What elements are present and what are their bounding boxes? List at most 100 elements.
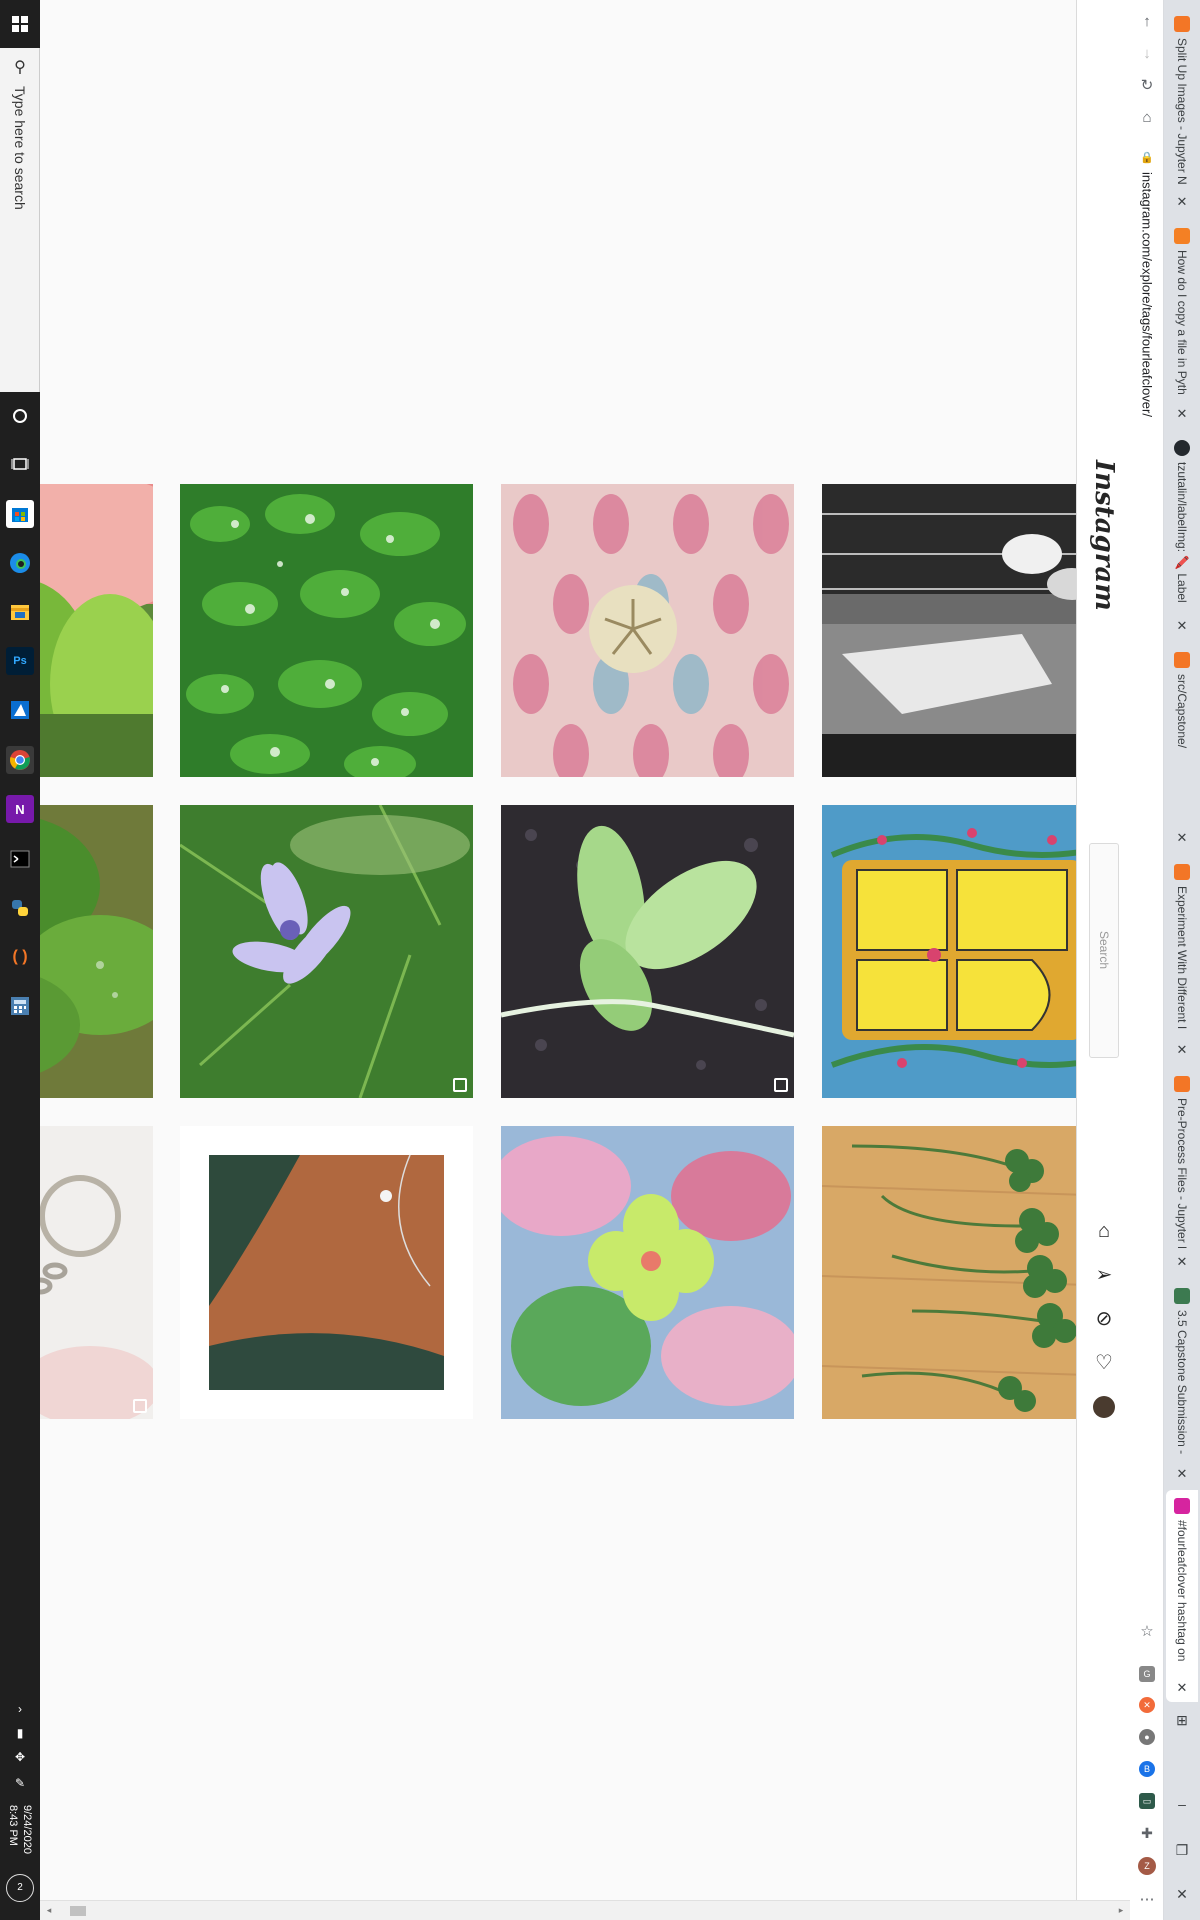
calculator-icon[interactable]: [6, 992, 34, 1020]
browser-tab[interactable]: tzutalin/labelImg: 🖍️ Label ✕: [1166, 432, 1198, 640]
reload-icon[interactable]: ↻: [1135, 74, 1159, 98]
task-view-icon[interactable]: [6, 450, 34, 478]
post-thumbnail[interactable]: [501, 1126, 794, 1419]
profile-avatar[interactable]: [1093, 1396, 1115, 1418]
azure-data-studio-icon[interactable]: [6, 696, 34, 724]
instagram-search-input[interactable]: Search: [1089, 843, 1119, 1058]
profile-z-icon[interactable]: Z: [1138, 1857, 1156, 1875]
menu-dots-icon[interactable]: ⋯: [1135, 1888, 1159, 1912]
tab-title: src/Capstone/: [1175, 674, 1189, 749]
address-bar-url: instagram.com/explore/tags/fourleafclove…: [1139, 172, 1155, 417]
window-close-icon[interactable]: ✕: [1172, 1884, 1192, 1904]
battery-icon[interactable]: ▮: [8, 1724, 32, 1742]
jupyter-icon[interactable]: ( ): [6, 943, 34, 971]
close-icon[interactable]: ✕: [1174, 1680, 1190, 1696]
scroll-right-arrow-icon[interactable]: ▸: [1114, 1903, 1128, 1917]
dark-circle-icon[interactable]: ●: [1139, 1729, 1155, 1745]
photoshop-icon[interactable]: Ps: [6, 647, 34, 675]
cortana-circle-icon[interactable]: [6, 402, 34, 430]
x-extension-icon[interactable]: ✕: [1139, 1697, 1155, 1713]
jupyter-favicon-icon: [1174, 864, 1190, 880]
close-icon[interactable]: ✕: [1174, 1254, 1190, 1270]
scroll-left-arrow-icon[interactable]: ◂: [42, 1903, 56, 1917]
new-tab-icon[interactable]: ⊞: [1172, 1710, 1192, 1730]
chrome-icon[interactable]: [6, 746, 34, 774]
close-icon[interactable]: ✕: [1174, 194, 1190, 210]
pen-icon[interactable]: ✎: [8, 1774, 32, 1792]
taskbar-clock[interactable]: 8:43 PM 9/24/2020: [2, 1805, 38, 1885]
post-thumbnail[interactable]: [822, 484, 1076, 777]
puzzle-icon[interactable]: ✚: [1139, 1825, 1155, 1841]
address-bar[interactable]: instagram.com/explore/tags/fourleafclove…: [1135, 172, 1159, 472]
home-button-icon[interactable]: ⌂: [1135, 106, 1159, 130]
tab-title: 3.5 Capstone Submission -: [1175, 1310, 1189, 1455]
notification-center-button[interactable]: 2: [6, 1874, 34, 1902]
star-icon[interactable]: ☆: [1135, 1620, 1159, 1644]
browser-tab[interactable]: 3.5 Capstone Submission - ✕: [1166, 1280, 1198, 1488]
post-image-clover-in-hand: [40, 484, 153, 777]
close-icon[interactable]: ✕: [1174, 1042, 1190, 1058]
post-thumbnail[interactable]: [501, 805, 794, 1098]
close-icon[interactable]: ✕: [1174, 1466, 1190, 1482]
close-icon[interactable]: ✕: [1174, 406, 1190, 422]
back-arrow-icon[interactable]: ↑: [1135, 10, 1159, 34]
submission-favicon-icon: [1174, 1288, 1190, 1304]
clock-date: 9/24/2020: [21, 1805, 33, 1854]
minimize-icon[interactable]: –: [1172, 1794, 1192, 1814]
post-thumbnail[interactable]: [822, 1126, 1076, 1419]
lock-icon[interactable]: 🔒: [1135, 146, 1159, 170]
post-thumbnail[interactable]: [822, 805, 1076, 1098]
post-thumbnail[interactable]: [180, 805, 473, 1098]
browser-tab[interactable]: Pre-Process Files - Jupyter N ✕: [1166, 1068, 1198, 1276]
jupyter-favicon-icon: [1174, 652, 1190, 668]
terminal-icon[interactable]: [6, 845, 34, 873]
jupyter-favicon-icon: [1174, 16, 1190, 32]
post-image-clover-closeup: [40, 805, 153, 1098]
browser-tab[interactable]: How do I copy a file in Pyth ✕: [1166, 220, 1198, 428]
post-thumbnail[interactable]: [40, 484, 153, 777]
scrollbar-thumb[interactable]: [70, 1906, 86, 1916]
explore-icon[interactable]: ⊘: [1091, 1306, 1117, 1332]
onenote-icon[interactable]: N: [6, 795, 34, 823]
instagram-logo[interactable]: Instagram: [1085, 460, 1123, 611]
browser-toolbar: ↑ ↓ ↻ ⌂ 🔒 instagram.com/explore/tags/fou…: [1130, 0, 1164, 1920]
file-explorer-icon[interactable]: [6, 598, 34, 626]
browser-tab[interactable]: Split Up Images - Jupyter N ✕: [1166, 8, 1198, 216]
post-thumbnail[interactable]: [180, 484, 473, 777]
home-icon[interactable]: ⌂: [1091, 1218, 1117, 1244]
close-icon[interactable]: ✕: [1174, 618, 1190, 634]
forward-arrow-icon[interactable]: ↓: [1135, 42, 1159, 66]
profile-letter: Z: [1144, 1861, 1150, 1871]
browser-chrome: ↑ ↓ ↻ ⌂ 🔒 instagram.com/explore/tags/fou…: [1130, 0, 1200, 1920]
tab-strip: Split Up Images - Jupyter N ✕ How do I c…: [1164, 0, 1200, 1920]
close-icon[interactable]: ✕: [1174, 830, 1190, 846]
heart-icon[interactable]: ♡: [1091, 1350, 1117, 1376]
tab-title: tzutalin/labelImg: 🖍️ Label: [1175, 462, 1189, 603]
b-extension-icon[interactable]: B: [1139, 1761, 1155, 1777]
post-thumbnail[interactable]: [40, 1126, 153, 1419]
python-icon[interactable]: [6, 894, 34, 922]
browser-tab[interactable]: Experiment With Different I ✕: [1166, 856, 1198, 1064]
tab-title: Split Up Images - Jupyter N: [1175, 38, 1189, 185]
dropbox-icon[interactable]: ✥: [8, 1748, 32, 1766]
post-thumbnail[interactable]: [40, 805, 153, 1098]
horizontal-scrollbar[interactable]: ◂ ▸: [40, 1900, 1130, 1920]
post-thumbnail[interactable]: [501, 484, 794, 777]
taskbar-search-box[interactable]: ⚲ Type here to search: [0, 48, 40, 392]
chevron-up-icon[interactable]: ›: [8, 1700, 32, 1718]
direct-message-icon[interactable]: ➢: [1091, 1262, 1117, 1288]
start-button[interactable]: [0, 0, 40, 48]
edge-icon[interactable]: [6, 549, 34, 577]
instagram-logo-text: Instagram: [1089, 459, 1119, 611]
instagram-explore-page: [40, 0, 1076, 1900]
post-image-clovers-on-wood: [822, 1126, 1076, 1419]
notification-count: 2: [17, 1882, 23, 1893]
restore-icon[interactable]: ❐: [1172, 1840, 1192, 1860]
screen-extension-icon[interactable]: ▭: [1139, 1793, 1155, 1809]
store-icon[interactable]: [6, 500, 34, 528]
post-thumbnail[interactable]: [180, 1126, 473, 1419]
browser-tab-active[interactable]: #fourleafclover hashtag on ✕: [1166, 1490, 1198, 1702]
taskbar-search-placeholder: Type here to search: [12, 86, 28, 210]
grammarly-icon[interactable]: G: [1139, 1666, 1155, 1682]
browser-tab[interactable]: src/Capstone/ ✕: [1166, 644, 1198, 852]
